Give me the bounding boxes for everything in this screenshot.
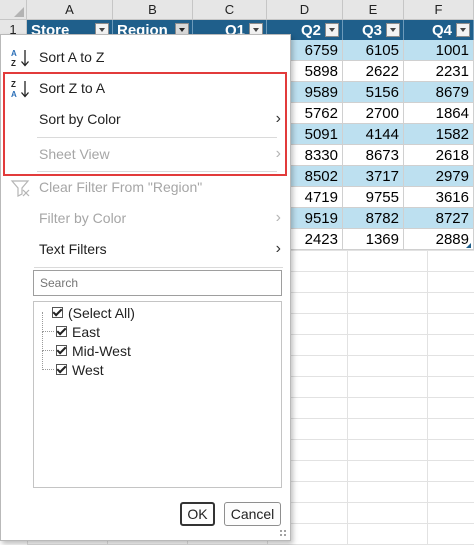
chevron-right-icon: › [275,209,281,226]
table-resize-handle[interactable] [466,243,471,248]
tree-line [42,312,57,332]
text-filters-item[interactable]: Text Filters › [1,234,290,264]
filter-dropdown-button[interactable] [386,23,400,37]
list-item-west[interactable]: West [42,350,242,379]
ok-button[interactable]: OK [180,502,215,526]
cancel-button[interactable]: Cancel [224,502,281,526]
column-header-e[interactable]: E [343,0,404,20]
table-cell[interactable]: 6105 [343,40,404,61]
sort-a-to-z-item[interactable]: A Z Sort A to Z [1,42,290,72]
list-item-label: West [72,361,104,378]
select-all-corner[interactable] [0,0,27,20]
table-cell[interactable]: 8679 [404,82,474,103]
clear-filter-item[interactable]: Clear Filter From "Region" [1,172,290,202]
column-header-a[interactable]: A [27,0,113,20]
table-cell[interactable]: 2231 [404,61,474,82]
list-item-select-all[interactable]: (Select All) [42,303,242,322]
highlight-box [3,72,287,176]
header-label: Q3 [361,21,382,39]
header-cell-q3[interactable]: Q3 [343,20,404,40]
menu-separator [34,267,283,268]
list-item-label: Mid-West [72,342,131,359]
menu-label: Clear Filter From "Region" [39,179,203,195]
table-cell[interactable]: 2618 [404,145,474,166]
checkbox-checked[interactable] [56,345,67,356]
svg-text:A: A [11,49,17,58]
filter-values-list[interactable]: (Select All) East Mid-West West [33,301,282,488]
chevron-down-icon [460,28,466,32]
svg-text:Z: Z [11,59,16,68]
header-cell-q4[interactable]: Q4 [404,20,474,40]
checkbox-checked[interactable] [56,326,67,337]
filter-dropdown-button[interactable] [456,23,470,37]
column-header-b[interactable]: B [113,0,193,20]
list-item-label: (Select All) [68,304,135,321]
table-cell[interactable]: 1864 [404,103,474,124]
chevron-down-icon [99,28,105,32]
column-header-d[interactable]: D [267,0,343,20]
column-header-f[interactable]: F [404,0,474,20]
menu-label: Text Filters [39,241,107,257]
table-cell[interactable]: 2700 [343,103,404,124]
filter-by-color-item[interactable]: Filter by Color › [1,203,290,233]
table-cell[interactable]: 2622 [343,61,404,82]
list-item-mid-west[interactable]: Mid-West [42,331,242,360]
table-cell[interactable]: 8782 [343,208,404,229]
table-cell[interactable]: 1001 [404,40,474,61]
table-cell[interactable]: 2979 [404,166,474,187]
list-item-east[interactable]: East [42,312,242,341]
table-cell[interactable]: 3717 [343,166,404,187]
table-cell[interactable]: 9755 [343,187,404,208]
clear-filter-icon [10,180,30,197]
tree-branch [42,369,54,370]
table-cell[interactable]: 1582 [404,124,474,145]
chevron-down-icon [390,28,396,32]
checkbox-checked[interactable] [56,364,67,375]
tree-line [42,350,57,370]
filter-dropdown-button[interactable] [325,23,339,37]
table-cell[interactable]: 4144 [343,124,404,145]
panel-resize-grip[interactable] [279,529,287,537]
sort-ascending-icon: A Z [11,49,29,68]
chevron-right-icon: › [275,240,281,257]
table-cell[interactable]: 8673 [343,145,404,166]
table-cell[interactable]: 5156 [343,82,404,103]
column-header-c[interactable]: C [193,0,267,20]
table-cell[interactable]: 8727 [404,208,474,229]
menu-label: Sort A to Z [39,49,105,65]
chevron-down-icon [329,28,335,32]
search-input[interactable] [33,270,282,296]
table-cell[interactable]: 3616 [404,187,474,208]
list-item-label: East [72,323,101,340]
tree-line [42,331,57,351]
table-cell[interactable]: 2889 [404,229,474,250]
chevron-down-icon [253,28,259,32]
chevron-down-icon [179,28,185,32]
table-cell[interactable]: 1369 [343,229,404,250]
menu-label: Filter by Color [39,210,127,226]
header-label: Q4 [431,21,452,39]
